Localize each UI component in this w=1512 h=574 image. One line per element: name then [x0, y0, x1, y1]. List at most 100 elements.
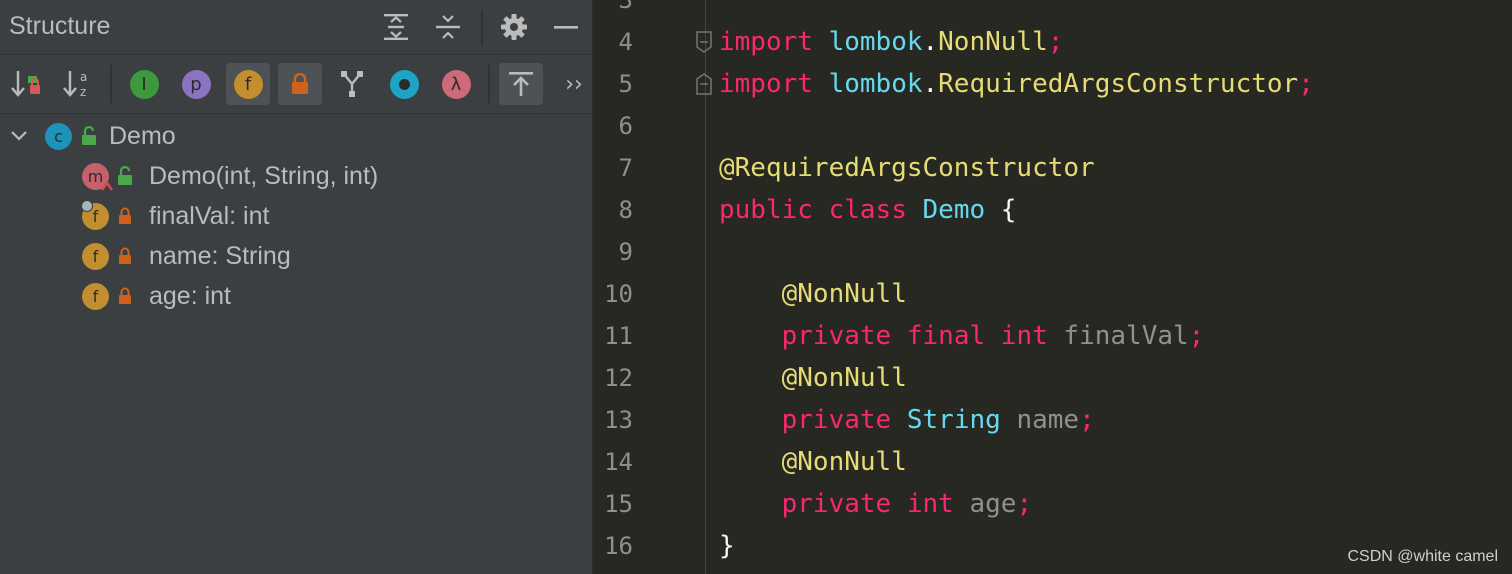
token-type: lombok — [828, 27, 923, 57]
tree-node-constructor[interactable]: m Demo(int, String, int) — [82, 156, 378, 196]
token-identifier: RequiredArgsConstructor — [938, 69, 1299, 99]
code-text: private String name; — [719, 399, 1095, 441]
lambda-icon: λ — [441, 69, 471, 99]
fold-marker-icon[interactable] — [696, 73, 712, 95]
anonymous-class-icon — [389, 69, 419, 99]
expand-all-icon — [384, 14, 408, 40]
line-number: 5 — [618, 70, 633, 98]
more-actions-button[interactable]: ›› — [562, 69, 586, 99]
tree-node-field[interactable]: f age: int — [82, 276, 231, 316]
code-line[interactable]: 4 import lombok.NonNull; — [595, 21, 1512, 63]
show-non-public-button[interactable] — [278, 63, 322, 105]
chevron-down-icon[interactable] — [10, 129, 28, 143]
watermark: CSDN @white camel — [1347, 548, 1499, 565]
toolbar-separator — [488, 65, 490, 103]
code-line[interactable]: 3 — [595, 0, 1512, 21]
branch-icon — [341, 71, 363, 97]
inherited-icon: I — [129, 69, 159, 99]
token-identifier: NonNull — [938, 27, 1048, 57]
code-line[interactable]: 5 import lombok.RequiredArgsConstructor; — [595, 63, 1512, 105]
structure-toolbar: a z I p f λ ›› — [0, 55, 592, 114]
lock-icon — [292, 73, 308, 94]
token-keyword: ; — [1047, 27, 1064, 57]
token-keyword: private — [781, 405, 892, 435]
token-type: Demo — [922, 195, 986, 225]
token-annotation: @NonNull — [781, 279, 907, 309]
tree-node-label: age: int — [149, 281, 232, 310]
line-number: 7 — [618, 154, 633, 182]
token-variable: name — [1016, 405, 1080, 435]
code-line[interactable]: 9 — [595, 231, 1512, 273]
tree-node-label: finalVal: int — [149, 201, 270, 230]
code-line[interactable]: 8 public class Demo { — [595, 189, 1512, 231]
field-icon: f — [81, 199, 109, 230]
show-anonymous-button[interactable] — [382, 63, 426, 105]
code-editor[interactable]: 3 4 import lombok.NonNull; 5 import lombok.R… — [595, 0, 1512, 574]
sort-alphabetically-button[interactable]: a z — [56, 63, 100, 105]
code-line[interactable]: 15 private int age; — [595, 483, 1512, 525]
method-icon: m — [82, 162, 113, 191]
token-annotation: @NonNull — [781, 363, 907, 393]
autoscroll-to-source-button[interactable] — [499, 63, 543, 105]
code-line[interactable]: 7 @RequiredArgsConstructor — [595, 147, 1512, 189]
unlocked-icon — [115, 165, 135, 187]
token-keyword: private — [781, 489, 892, 519]
line-number: 11 — [604, 322, 633, 350]
collapse-all-button[interactable] — [431, 10, 465, 44]
code-text: @NonNull — [719, 273, 907, 315]
panel-title: Structure — [9, 12, 111, 40]
lock-icon — [115, 285, 135, 307]
lock-icon — [115, 205, 135, 227]
code-line[interactable]: 10 @NonNull — [595, 273, 1512, 315]
token-keyword: ; — [1079, 405, 1095, 435]
code-text: import lombok.NonNull; — [719, 21, 1063, 63]
fold-marker-icon[interactable] — [696, 31, 712, 53]
tree-node-field[interactable]: f finalVal: int — [81, 196, 270, 236]
token-plain: . — [922, 27, 939, 57]
line-number: 12 — [604, 364, 633, 392]
sort-alphabetically-icon: a z — [63, 70, 87, 99]
line-number: 15 — [604, 490, 633, 518]
svg-text:z: z — [80, 85, 86, 99]
tree-node-field[interactable]: f name: String — [82, 236, 291, 276]
line-number: 8 — [618, 196, 633, 224]
code-line[interactable]: 13 private String name; — [595, 399, 1512, 441]
field-icon: f — [82, 242, 109, 270]
code-line[interactable]: 11 private final int finalVal; — [595, 315, 1512, 357]
line-number: 6 — [618, 112, 633, 140]
show-properties-button[interactable]: p — [174, 63, 218, 105]
field-icon: f — [82, 282, 109, 310]
code-line[interactable]: 12 @NonNull — [595, 357, 1512, 399]
sort-by-visibility-button[interactable] — [4, 63, 48, 105]
sort-by-visibility-icon — [11, 71, 40, 97]
show-inherited-button[interactable]: I — [122, 63, 166, 105]
gear-icon — [501, 14, 527, 40]
code-line[interactable]: 14 @NonNull — [595, 441, 1512, 483]
token-plain: } — [719, 531, 735, 561]
tree-node-root[interactable]: c Demo — [10, 116, 176, 156]
token-variable: finalVal — [1063, 321, 1189, 351]
show-hierarchy-button[interactable] — [330, 63, 374, 105]
settings-button[interactable] — [497, 10, 531, 44]
code-text: @NonNull — [719, 441, 907, 483]
show-lambdas-button[interactable]: λ — [434, 63, 478, 105]
expand-all-button[interactable] — [379, 10, 413, 44]
token-variable: age — [969, 489, 1017, 519]
code-line[interactable]: 6 — [595, 105, 1512, 147]
show-fields-button[interactable]: f — [226, 63, 270, 105]
field-icon: f — [233, 69, 263, 99]
minimize-button[interactable] — [549, 10, 583, 44]
token-annotation: @RequiredArgsConstructor — [719, 153, 1095, 183]
